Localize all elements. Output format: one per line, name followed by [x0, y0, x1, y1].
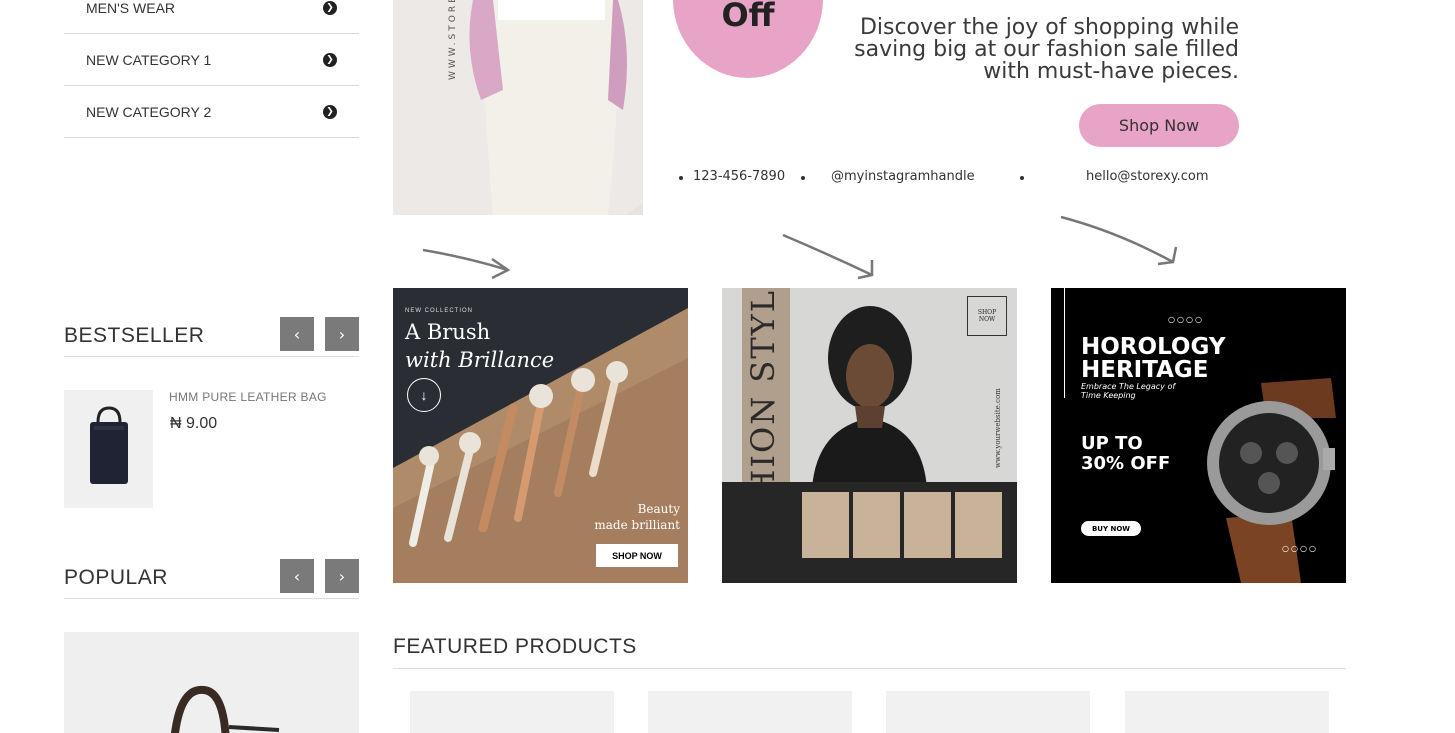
product-name[interactable]: HMM PURE LEATHER BAG	[169, 390, 327, 404]
fashion-thumbnail	[955, 492, 1002, 558]
hero-banner[interactable]: WWW.STORE Off Discover the joy of shoppi…	[393, 0, 1346, 215]
bag-image	[89, 406, 128, 484]
featured-product-card[interactable]	[410, 691, 614, 733]
chevron-circle-right-icon: ❯	[323, 0, 337, 15]
chevron-left-icon: ‹	[293, 324, 301, 344]
category-item-new-category-1[interactable]: NEW CATEGORY 1 ❯	[64, 34, 359, 86]
arrow-icon	[422, 248, 511, 280]
hero-shop-now-button[interactable]: Shop Now	[1079, 104, 1239, 147]
title-line: A Brush	[405, 320, 491, 344]
promo-tile-fashion[interactable]: FASHION STYLE SHOP NOW www.yourwebsite.c…	[722, 288, 1017, 583]
product-price: ₦ 9.00	[170, 415, 218, 432]
product-thumbnail[interactable]	[64, 390, 153, 508]
title-line: with Brillance	[405, 348, 555, 372]
chevron-right-icon: ›	[338, 566, 346, 586]
popular-next-button[interactable]: ›	[325, 559, 359, 593]
chevron-left-icon: ‹	[293, 566, 301, 586]
fashion-shop-now-box[interactable]: SHOP NOW	[967, 296, 1007, 336]
bestseller-next-button[interactable]: ›	[325, 317, 359, 351]
category-item-new-category-2[interactable]: NEW CATEGORY 2 ❯	[64, 86, 359, 138]
chevron-circle-right-icon: ❯	[323, 104, 337, 119]
popular-product-image[interactable]	[64, 632, 359, 733]
hero-instagram: @myinstagramhandle	[831, 169, 975, 184]
hero-tagline: Discover the joy of shopping while savin…	[813, 17, 1239, 83]
beauty-line: Beauty	[637, 502, 680, 516]
beauty-text: Beauty made brilliant	[594, 501, 680, 533]
popular-title: POPULAR	[64, 566, 168, 589]
fashion-thumbnail	[853, 492, 900, 558]
bestseller-title: BESTSELLER	[64, 324, 205, 347]
tagline-line: saving big at our fashion sale filled	[854, 37, 1239, 62]
featured-product-card[interactable]	[886, 691, 1090, 733]
bestseller-product[interactable]: HMM PURE LEATHER BAG ₦ 9.00	[64, 390, 359, 508]
dots-decoration: ○○○○	[1282, 544, 1318, 553]
chevron-right-icon: ›	[338, 324, 346, 344]
horology-buy-now-button[interactable]: BUY NOW	[1081, 521, 1141, 536]
arrow-icon	[1060, 215, 1178, 266]
popular-header: POPULAR ‹ ›	[64, 559, 359, 599]
off-text: Off	[721, 0, 775, 34]
tagline-line: with must-have pieces.	[983, 59, 1239, 84]
watch-photo	[1207, 378, 1336, 583]
new-collection-label: NEW COLLECTION	[405, 308, 474, 314]
beauty-line: made brilliant	[594, 518, 680, 532]
featured-product-card[interactable]	[648, 691, 852, 733]
category-label: MEN'S WEAR	[86, 0, 176, 16]
category-label: NEW CATEGORY 2	[86, 103, 212, 120]
fashion-website: www.yourwebsite.com	[994, 388, 1002, 468]
tagline-line: Discover the joy of shopping while	[859, 15, 1239, 40]
fashion-thumbnail	[904, 492, 951, 558]
chevron-circle-right-icon: ❯	[323, 52, 337, 67]
promo-tile-brush[interactable]: NEW COLLECTION A Brush with Brillance ↓ …	[393, 288, 688, 583]
bag-handle-image	[171, 685, 280, 733]
shop-box-line: NOW	[978, 316, 996, 323]
bestseller-header: BESTSELLER ‹ ›	[64, 317, 359, 357]
hero-model-photo: WWW.STORE	[393, 0, 643, 215]
category-list: MEN'S WEAR ❯ NEW CATEGORY 1 ❯ NEW CATEGO…	[64, 0, 359, 138]
fashion-thumbnail	[802, 492, 849, 558]
shop-box-line: SHOP	[977, 309, 997, 316]
featured-products-title: FEATURED PRODUCTS	[393, 635, 637, 658]
arrow-icon	[782, 233, 874, 280]
hero-email: hello@storexy.com	[1086, 169, 1209, 184]
brush-shop-now-button[interactable]: SHOP NOW	[596, 544, 678, 567]
category-label: NEW CATEGORY 1	[86, 51, 212, 68]
featured-product-card[interactable]	[1125, 691, 1329, 733]
hero-phone: 123-456-7890	[693, 169, 786, 184]
brush-title: A Brush with Brillance	[405, 318, 554, 374]
featured-products-header: FEATURED PRODUCTS	[393, 628, 1346, 669]
discount-circle: Off	[673, 0, 823, 78]
down-arrow-icon: ↓	[407, 378, 441, 412]
promo-tile-horology[interactable]: ○○○○ HOROLOGY HERITAGE Embrace The Legac…	[1051, 288, 1346, 583]
category-item-mens-wear[interactable]: MEN'S WEAR ❯	[64, 0, 359, 34]
bestseller-prev-button[interactable]: ‹	[280, 317, 314, 351]
popular-prev-button[interactable]: ‹	[280, 559, 314, 593]
hero-side-text: WWW.STORE	[448, 0, 458, 80]
page: MEN'S WEAR ❯ NEW CATEGORY 1 ❯ NEW CATEGO…	[0, 0, 1455, 733]
